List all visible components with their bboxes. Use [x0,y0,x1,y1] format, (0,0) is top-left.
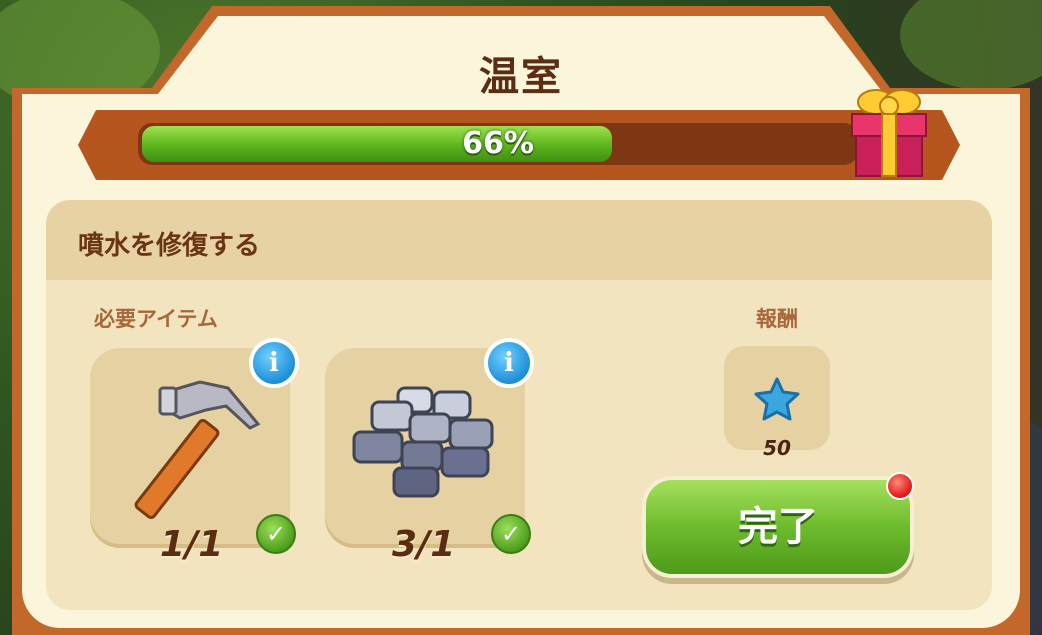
item-info-button[interactable]: i [484,338,534,388]
complete-button[interactable]: 完了 [646,480,910,574]
notification-dot [886,472,914,500]
task-title: 噴水を修復する [78,231,261,261]
gift-bow [857,89,921,116]
item-info-button[interactable]: i [249,338,299,388]
gift-box-icon[interactable] [846,82,932,180]
hammer-icon [134,380,261,519]
checkmark-icon: ✓ [256,514,296,554]
progress-label: 66% [462,126,534,161]
checkmark-icon: ✓ [491,514,531,554]
item-count: 1/1 [160,524,224,565]
reward-value: 50 [763,436,791,460]
required-items-label: 必要アイテム [94,307,218,331]
stone-tiles-icon [352,386,494,498]
reward-label: 報酬 [756,307,798,331]
item-count: 3/1 [392,524,456,565]
blue-star-icon [754,377,800,421]
